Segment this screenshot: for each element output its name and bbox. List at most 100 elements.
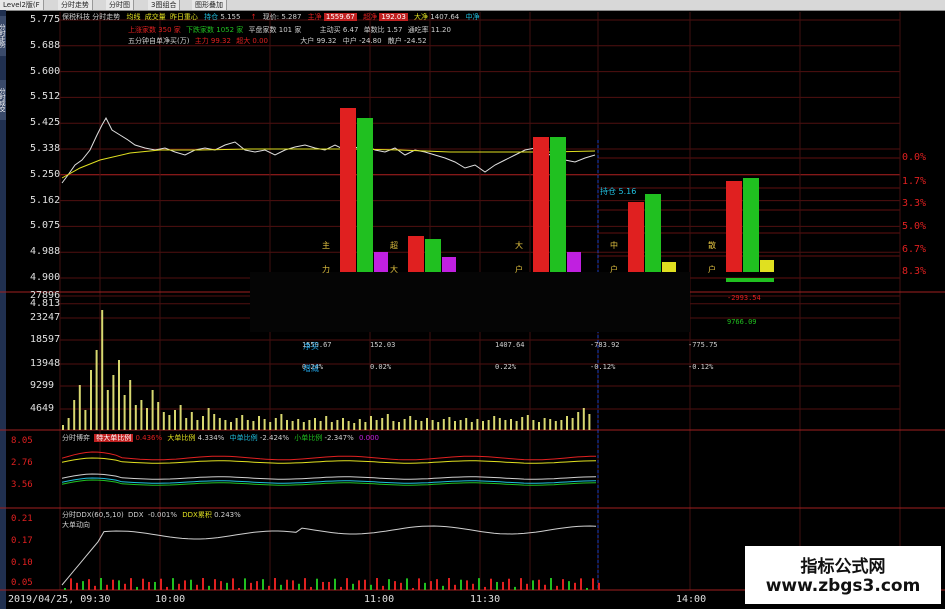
volume-bar [582,408,585,430]
ind1-mid-value: -2.424% [259,434,290,442]
ddx-bar [370,584,372,590]
ddx-bar [400,582,402,590]
fund-change-value: -0.12% [688,363,714,371]
volume-bar [409,416,412,430]
ddx-bar [226,582,228,590]
volume-bar [90,370,92,430]
ddx-bar [136,586,138,590]
volume-bar [403,419,406,430]
volume-bar [454,421,456,430]
volume-bar [118,360,120,430]
ind2-axis-3: 0.10 [11,558,33,568]
ddx-bar [562,579,564,590]
ddx-bar [448,578,450,590]
ind1-title: 分时博弈 特大单比例 0.436% 大单比例 4.334% 中单比例 -2.42… [62,433,379,443]
fund-other-bar [662,262,676,272]
volume-bar [549,419,552,430]
ddx-bar [238,587,240,590]
time-label-1130: 11:30 [470,594,501,605]
fund-category-label: 主 [322,241,330,250]
volume-bar [146,408,148,430]
ddx-bar [130,578,132,590]
down-count: 下跌家数 1052 家 [186,26,244,34]
ddx-bar [256,581,258,590]
ddx-bar [502,581,504,590]
price-tick: 5.162 [30,194,61,206]
ddx-bar [574,582,576,590]
ind1-line-red [61,451,597,461]
fund-other-bar [442,257,456,272]
ddx-bar [544,584,546,590]
volume-bar [302,422,305,430]
volume-tick: 4649 [30,403,55,414]
time-label-start: 2019/04/25, 09:30 [8,594,111,605]
volume-bar [381,418,384,430]
ddx-bar [460,579,462,590]
header-row-2: 上涨家数 350 家 下跌家数 1052 家 平盘家数 101 家 主动买 6.… [128,25,451,35]
ind1-axis-top: 8.05 [11,436,33,446]
fund-buy-bar [340,107,356,272]
volume-bar [286,420,288,430]
ddx-bar [484,586,486,590]
volume-bar [62,425,64,430]
retail-extra-1: -2993.54 [727,294,761,302]
fund-change-value: -0.12% [590,363,616,371]
volume-bar [325,416,328,430]
volume-bar [577,412,580,430]
fund-sell-bar [357,118,373,272]
ddx-bar [364,579,366,590]
ddx-bar [244,578,246,590]
volume-bar [269,422,272,430]
holding-marker: 持仓 5.16 [600,187,637,196]
mid-five: 中户 -24.80 [342,37,382,45]
active-buy: 主动买 6.47 [319,26,359,34]
fund-buy-bar [408,236,424,272]
ddx-bar [472,583,474,590]
ind2-cum-label: DDX累积 [182,511,212,519]
volume-bar [420,421,423,430]
volume-bar [235,418,238,430]
volume-bar [465,418,468,430]
fund-buy-bar [533,136,549,272]
pct-tick: 3.3% [902,198,927,209]
retail-five: 散户 -24.52 [387,37,427,45]
ddx-bar [376,578,378,590]
volume-bar [342,418,344,430]
retail-green-strip [726,278,774,282]
volume-bar [84,410,87,430]
volume-bar [330,422,333,430]
retail-extra-2: 9766.09 [727,318,757,326]
stock-name: 保税科技 分时走势 [62,13,121,21]
volume-bar [510,419,512,430]
fund-category-label-2: 大 [390,265,398,274]
price-tick: 5.338 [30,143,61,154]
volume-bar [504,420,507,430]
five-min-label: 五分钟自单净买(万) [128,37,190,45]
ddx-bar [166,586,168,590]
ddx-bar [322,581,324,590]
fund-other-bar [567,251,581,272]
price-tick: 5.250 [30,168,61,180]
ddx-bar [214,579,216,590]
ddx-bar [118,580,120,590]
super-five: 超大 0.00 [236,37,269,45]
volume-bar [101,310,104,430]
ddx-bar [292,580,294,590]
fund-sell-bar [550,136,566,272]
volume-bar [375,420,378,430]
ind1-axis-bot: 3.56 [11,480,33,490]
ddx-bar [550,578,552,590]
time-label-1100: 11:00 [364,594,395,605]
main-net-value: 1559.67 [323,13,357,21]
volume-bar [297,419,300,430]
header-row-3: 五分钟自单净买(万) 主力 99.32 超大 0.00 大户 99.32 中户 … [128,36,427,46]
ddx-bar [310,586,312,590]
ddx-bar [142,578,144,590]
volume-bar [179,405,182,430]
volume-bar [151,390,154,430]
ddx-bar [154,581,156,590]
fund-category-label: 大 [515,241,523,250]
ddx-bar [100,578,102,590]
ddx-bar [262,579,264,590]
volume-bar [95,350,98,430]
